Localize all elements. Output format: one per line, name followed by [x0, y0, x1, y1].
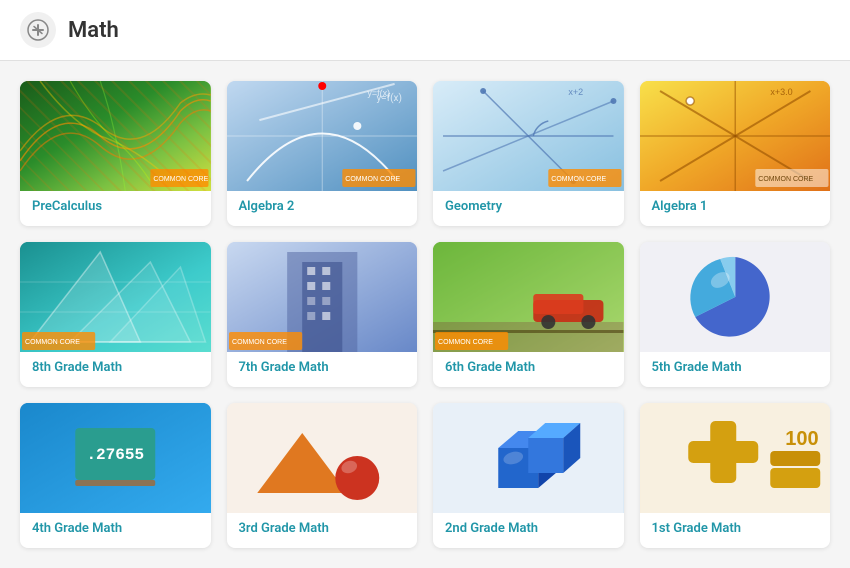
course-thumbnail-algebra1: COMMON CORE x+3.0 — [640, 81, 831, 191]
course-label-4th-grade: 4th Grade Math — [20, 513, 211, 548]
course-card-8th-grade[interactable]: COMMON CORE 8th Grade Math — [20, 242, 211, 387]
course-label-3rd-grade: 3rd Grade Math — [227, 513, 418, 548]
course-thumbnail-5th-grade — [640, 242, 831, 352]
course-card-algebra2[interactable]: COMMON CORE y=f(x) Algebra 2 — [227, 81, 418, 226]
course-label-6th-grade: 6th Grade Math — [433, 352, 624, 387]
course-label-precalculus: PreCalculus — [20, 191, 211, 226]
svg-text:COMMON CORE: COMMON CORE — [153, 176, 208, 183]
page-header: Math — [0, 0, 850, 61]
svg-text:COMMON CORE: COMMON CORE — [551, 176, 606, 183]
svg-text:.27655: .27655 — [86, 446, 144, 464]
course-card-precalculus[interactable]: COMMON CORE PreCalculus — [20, 81, 211, 226]
course-label-1st-grade: 1st Grade Math — [640, 513, 831, 548]
course-thumbnail-8th-grade: COMMON CORE — [20, 242, 211, 352]
course-thumbnail-6th-grade: COMMON CORE — [433, 242, 624, 352]
course-grid: COMMON CORE PreCalculus — [0, 61, 850, 568]
svg-text:x+3.0: x+3.0 — [770, 87, 792, 97]
svg-text:COMMON CORE: COMMON CORE — [345, 176, 400, 183]
svg-text:x+2: x+2 — [568, 87, 583, 97]
svg-text:COMMON CORE: COMMON CORE — [232, 339, 287, 346]
course-label-7th-grade: 7th Grade Math — [227, 352, 418, 387]
svg-text:COMMON CORE: COMMON CORE — [438, 339, 493, 346]
course-card-7th-grade[interactable]: COMMON CORE 7th Grade Math — [227, 242, 418, 387]
course-card-2nd-grade[interactable]: 2nd Grade Math — [433, 403, 624, 548]
page-title: Math — [68, 18, 119, 43]
course-thumbnail-precalculus: COMMON CORE — [20, 81, 211, 191]
svg-text:y=f(x): y=f(x) — [367, 88, 390, 98]
course-thumbnail-algebra2: COMMON CORE y=f(x) — [227, 81, 418, 191]
course-card-geometry[interactable]: COMMON CORE x+2 Geometry — [433, 81, 624, 226]
course-card-algebra1[interactable]: COMMON CORE x+3.0 Algebra 1 — [640, 81, 831, 226]
svg-text:COMMON CORE: COMMON CORE — [25, 339, 80, 346]
course-label-5th-grade: 5th Grade Math — [640, 352, 831, 387]
course-label-algebra1: Algebra 1 — [640, 191, 831, 226]
course-card-1st-grade[interactable]: 100 1st Grade Math — [640, 403, 831, 548]
course-thumbnail-7th-grade: COMMON CORE — [227, 242, 418, 352]
course-thumbnail-2nd-grade — [433, 403, 624, 513]
course-label-2nd-grade: 2nd Grade Math — [433, 513, 624, 548]
course-thumbnail-geometry: COMMON CORE x+2 — [433, 81, 624, 191]
course-label-algebra2: Algebra 2 — [227, 191, 418, 226]
course-card-4th-grade[interactable]: .27655 4th Grade Math — [20, 403, 211, 548]
course-thumbnail-3rd-grade — [227, 403, 418, 513]
course-label-8th-grade: 8th Grade Math — [20, 352, 211, 387]
course-label-geometry: Geometry — [433, 191, 624, 226]
svg-text:100: 100 — [785, 428, 818, 450]
course-card-5th-grade[interactable]: 5th Grade Math — [640, 242, 831, 387]
svg-text:COMMON CORE: COMMON CORE — [758, 176, 813, 183]
course-card-6th-grade[interactable]: COMMON CORE 6th Grade Math — [433, 242, 624, 387]
math-icon — [20, 12, 56, 48]
course-card-3rd-grade[interactable]: 3rd Grade Math — [227, 403, 418, 548]
course-thumbnail-4th-grade: .27655 — [20, 403, 211, 513]
course-thumbnail-1st-grade: 100 — [640, 403, 831, 513]
